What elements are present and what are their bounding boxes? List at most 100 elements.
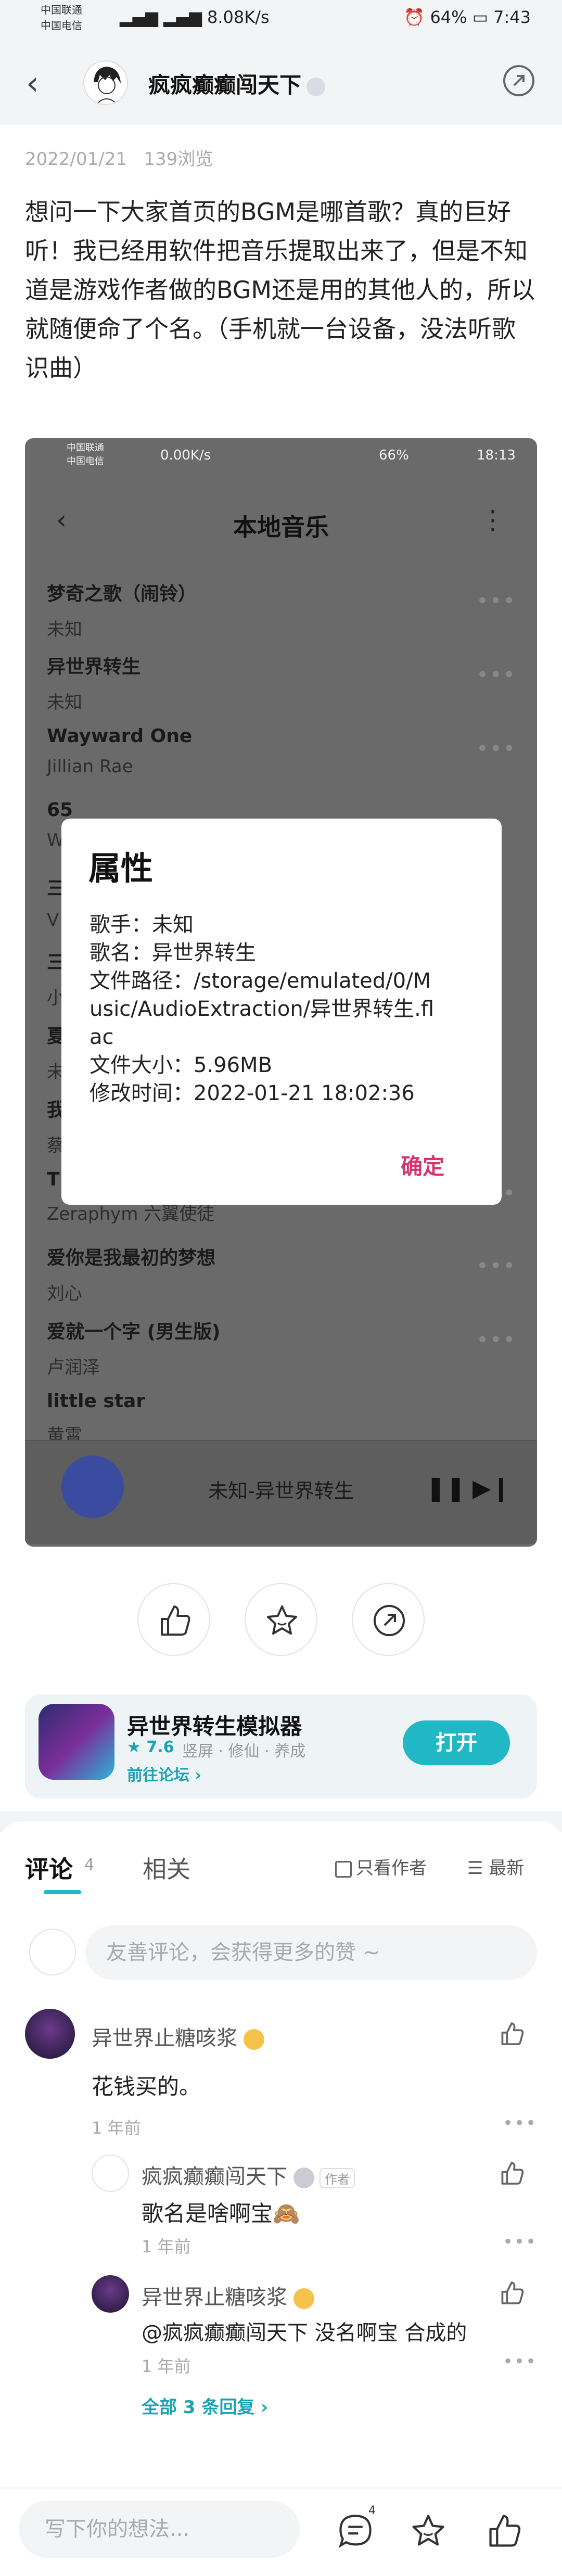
forum-link[interactable]: 前往论坛 › — [127, 1762, 201, 1785]
image-carrier: 中国联通 中国电信 — [67, 441, 104, 468]
dialog-modified: 修改时间：2022-01-21 18:02:36 — [90, 1081, 415, 1105]
dialog-singer: 歌手：未知 — [90, 913, 194, 937]
dialog-path: 文件路径：/storage/emulated/0/Music/AudioExtr… — [90, 969, 435, 1049]
tab-related[interactable]: 相关 — [143, 1851, 190, 1885]
avatar[interactable] — [25, 2009, 75, 2059]
image-carrier-2: 中国电信 — [67, 456, 104, 467]
reply-text: 歌名是啥啊宝🙈 — [142, 2201, 300, 2226]
reply-text: @疯疯癫癫闯天下 没名啊宝 合成的 — [142, 2321, 467, 2345]
song-title: 爱就一个字 (男生版) — [47, 1321, 221, 1343]
carrier-2: 中国电信 — [41, 19, 82, 32]
only-author-label: 只看作者 — [356, 1858, 427, 1879]
next-icon: ▶❙ — [472, 1474, 511, 1502]
dialog-song-name: 歌名：异世界转生 — [90, 941, 256, 965]
level-badge-icon — [293, 2288, 314, 2309]
song-artist: 刘心 — [47, 1283, 82, 1304]
game-rating: ★ 7.6 — [127, 1738, 174, 1756]
post-date: 2022/01/21 — [25, 149, 127, 170]
song-artist: 未知 — [47, 692, 82, 713]
open-game-button[interactable]: 打开 — [403, 1720, 510, 1765]
avatar-sketch-icon — [94, 67, 121, 104]
share-icon[interactable] — [502, 63, 536, 98]
author-tag: 作者 — [320, 2167, 355, 2188]
thumb-up-icon[interactable] — [499, 2160, 526, 2187]
dialog-title: 属性 — [88, 849, 154, 887]
song-title: 65 — [47, 799, 73, 821]
song-item: 爱你是我最初的梦想 刘心 — [47, 1243, 463, 1305]
pause-icon: ❚❚ — [426, 1474, 466, 1502]
share-icon — [374, 1605, 405, 1636]
author-name-text: 疯疯癫癫闯天下 — [148, 72, 302, 98]
game-icon[interactable] — [39, 1704, 114, 1780]
dialog-size: 文件大小：5.96MB — [90, 1053, 273, 1077]
level-badge-icon — [293, 2167, 314, 2188]
back-icon[interactable]: ‹ — [26, 62, 39, 104]
comment-count: 4 — [84, 1856, 95, 1874]
song-more-icon: ••• — [476, 663, 516, 687]
song-artist: Jillian Rae — [47, 756, 133, 777]
reply-username-text: 疯疯癫癫闯天下 — [142, 2165, 287, 2189]
bottom-comment-input[interactable]: 写下你的想法... — [19, 2501, 300, 2558]
song-item: Wayward One Jillian Rae — [47, 725, 463, 777]
time-text: 7:43 — [493, 7, 531, 27]
status-bar: 中国联通 中国电信 ▂▄▆ ▂▄▆ 8.08K/s ⏰ 64% ▭ 7:43 — [0, 0, 562, 42]
song-title: 爱你是我最初的梦想 — [47, 1247, 216, 1269]
reply-username[interactable]: 疯疯癫癫闯天下 作者 — [142, 2160, 355, 2190]
post-meta: 2022/01/21 139浏览 — [25, 145, 213, 170]
my-avatar — [29, 1929, 76, 1975]
avatar[interactable] — [92, 2275, 129, 2313]
comment-count-badge: 4 — [368, 2504, 376, 2517]
author-name[interactable]: 疯疯癫癫闯天下 — [148, 68, 326, 99]
thumb-up-icon[interactable] — [499, 2279, 526, 2306]
comment-input[interactable]: 友善评论，会获得更多的赞 ~ — [85, 1925, 537, 1980]
sort-latest-button[interactable]: ☰ 最新 — [467, 1854, 524, 1879]
comment-time: 1 年前 — [92, 2118, 141, 2138]
thumb-up-icon[interactable] — [499, 2020, 526, 2047]
more-icon[interactable]: ••• — [503, 2231, 537, 2252]
image-title: 本地音乐 — [233, 513, 329, 541]
signal-icon: ▂▄▆ ▂▄▆ — [120, 7, 207, 27]
comment-username[interactable]: 异世界止糖咳浆 — [92, 2021, 264, 2051]
battery-icon: ▭ — [472, 7, 494, 27]
avatar[interactable] — [92, 2154, 129, 2192]
all-replies-link[interactable]: 全部 3 条回复 › — [142, 2393, 268, 2418]
network-speed: ▂▄▆ ▂▄▆ 8.08K/s — [120, 7, 270, 27]
song-more-icon: ••• — [476, 1254, 516, 1278]
song-artist: 卢润泽 — [47, 1357, 100, 1378]
more-icon[interactable]: ••• — [503, 2113, 537, 2134]
tab-active-indicator — [44, 1890, 81, 1894]
star-icon — [267, 1605, 297, 1635]
favorite-button[interactable] — [245, 1583, 317, 1656]
only-author-toggle[interactable]: 只看作者 — [335, 1854, 427, 1879]
song-artist: 未知 — [47, 619, 82, 640]
song-item: 爱就一个字 (男生版) 卢润泽 — [47, 1317, 463, 1379]
like-button[interactable] — [137, 1583, 210, 1656]
speed-text: 8.08K/s — [207, 7, 270, 27]
image-menu-icon: ⋮ — [480, 505, 506, 535]
comment-username-text: 异世界止糖咳浆 — [92, 2026, 237, 2050]
status-right: ⏰ 64% ▭ 7:43 — [404, 7, 531, 27]
alarm-icon: ⏰ — [404, 7, 430, 27]
comments-card — [0, 1821, 562, 2488]
post-body: 想问一下大家首页的BGM是哪首歌？真的巨好听！我已经用软件把音乐提取出来了，但是… — [25, 198, 535, 382]
top-header: ‹ 疯疯癫癫闯天下 — [0, 42, 562, 125]
dialog-ok-button: 确定 — [401, 1154, 445, 1179]
more-icon[interactable]: ••• — [503, 2351, 537, 2372]
reply-username[interactable]: 异世界止糖咳浆 — [142, 2280, 314, 2311]
image-battery: 66% — [379, 448, 409, 463]
song-item: 异世界转生 未知 — [47, 652, 463, 713]
reply-username-text: 异世界止糖咳浆 — [142, 2286, 287, 2310]
verify-icon — [306, 77, 326, 96]
song-more-icon: ••• — [476, 737, 516, 761]
star-icon[interactable] — [409, 2511, 448, 2550]
tab-comments[interactable]: 评论 — [25, 1851, 73, 1885]
battery-text: 64% — [430, 7, 467, 27]
author-avatar[interactable] — [83, 60, 128, 105]
comment-icon[interactable] — [336, 2511, 375, 2550]
level-badge-icon — [244, 2029, 264, 2050]
song-title: 异世界转生 — [47, 656, 141, 678]
song-more-icon: ••• — [476, 1328, 516, 1352]
thumb-up-icon[interactable] — [485, 2511, 523, 2550]
game-tags: 竖屏 · 修仙 · 养成 — [182, 1742, 306, 1761]
share-button[interactable] — [352, 1583, 425, 1656]
